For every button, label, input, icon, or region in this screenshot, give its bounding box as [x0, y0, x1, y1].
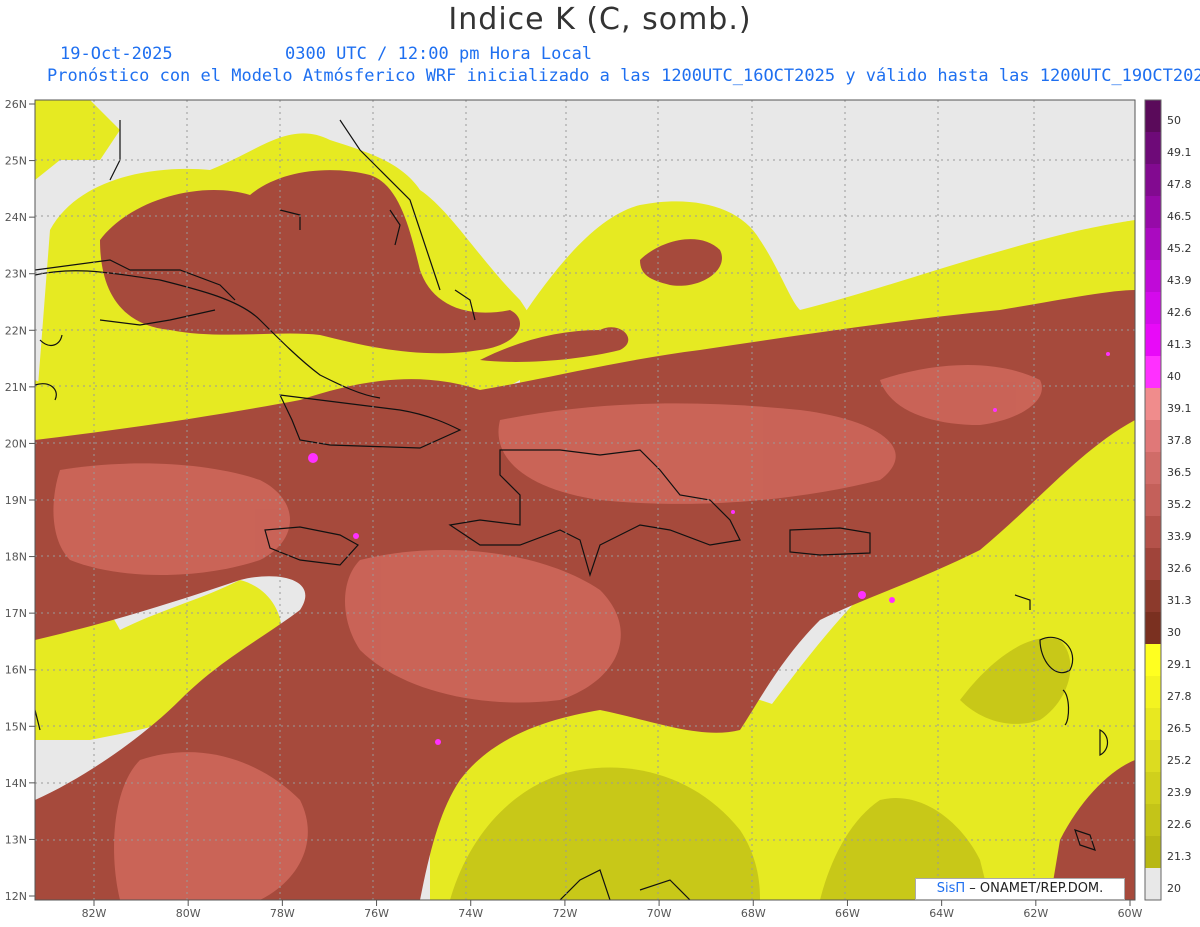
legend-label: 32.6 [1167, 562, 1192, 575]
legend-swatch [1145, 836, 1161, 868]
legend-label: 30 [1167, 626, 1181, 639]
legend-label: 43.9 [1167, 274, 1192, 287]
legend-label: 37.8 [1167, 434, 1192, 447]
lon-tick-label: 80W [176, 907, 201, 920]
credit-text: – ONAMET/REP.DOM. [969, 881, 1104, 896]
lat-tick-label: 21N [5, 381, 27, 394]
legend-label: 49.1 [1167, 146, 1192, 159]
legend-swatch [1145, 164, 1161, 196]
legend-swatch [1145, 804, 1161, 836]
lon-tick-label: 66W [835, 907, 860, 920]
lat-tick-label: 16N [5, 664, 27, 677]
legend-swatch [1145, 420, 1161, 452]
lat-tick-label: 13N [5, 833, 27, 846]
legend-label: 36.5 [1167, 466, 1192, 479]
lat-tick-label: 20N [5, 437, 27, 450]
legend-label: 26.5 [1167, 722, 1192, 735]
legend-label: 23.9 [1167, 786, 1192, 799]
legend-swatch [1145, 132, 1161, 164]
lat-tick-label: 23N [5, 268, 27, 281]
latitude-axis: 26N 25N 24N 23N 22N 21N 20N 19N 18N 17N 16N 15N 14N 1… [5, 98, 35, 903]
legend-label: 42.6 [1167, 306, 1192, 319]
lon-tick-label: 68W [741, 907, 766, 920]
lon-tick-label: 70W [647, 907, 672, 920]
lat-tick-label: 22N [5, 324, 27, 337]
legend-label: 33.9 [1167, 530, 1192, 543]
lat-tick-label: 15N [5, 720, 27, 733]
legend-swatch [1145, 100, 1161, 132]
color-legend: 50 49.1 47.8 46.5 45.2 43.9 42.6 41.3 40 39.1 37.8… [1144, 99, 1192, 901]
legend-label: 39.1 [1167, 402, 1192, 415]
legend-swatch [1145, 580, 1161, 612]
legend-swatch [1145, 676, 1161, 708]
lon-tick-label: 62W [1023, 907, 1048, 920]
legend-label: 50 [1167, 114, 1181, 127]
legend-swatch [1145, 196, 1161, 228]
legend-label: 31.3 [1167, 594, 1192, 607]
legend-swatch [1145, 548, 1161, 580]
legend-label: 22.6 [1167, 818, 1192, 831]
lon-tick-label: 78W [270, 907, 295, 920]
legend-swatch [1145, 452, 1161, 484]
legend-swatch [1145, 356, 1161, 388]
lon-tick-label: 82W [82, 907, 107, 920]
legend-swatch [1145, 644, 1161, 676]
k-index-map: 26N 25N 24N 23N 22N 21N 20N 19N 18N 17N 16N 15N 14N 1… [5, 98, 1192, 920]
legend-swatch [1145, 484, 1161, 516]
legend-label: 40 [1167, 370, 1181, 383]
legend-label: 25.2 [1167, 754, 1192, 767]
lon-tick-label: 72W [552, 907, 577, 920]
lon-tick-label: 76W [364, 907, 389, 920]
lat-tick-label: 26N [5, 98, 27, 111]
lat-tick-label: 24N [5, 211, 27, 224]
legend-swatch [1145, 708, 1161, 740]
lon-tick-label: 60W [1118, 907, 1143, 920]
lon-tick-label: 74W [458, 907, 483, 920]
lat-tick-label: 12N [5, 890, 27, 903]
credit-box: SisΠ – ONAMET/REP.DOM. [915, 878, 1125, 900]
map-plot [35, 100, 1135, 900]
lat-tick-label: 19N [5, 494, 27, 507]
legend-label: 47.8 [1167, 178, 1192, 191]
lat-tick-label: 25N [5, 155, 27, 168]
lat-tick-label: 17N [5, 607, 27, 620]
legend-label: 20 [1167, 882, 1181, 895]
legend-swatch [1145, 612, 1161, 644]
legend-swatch [1145, 772, 1161, 804]
legend-label: 46.5 [1167, 210, 1192, 223]
legend-swatch [1145, 740, 1161, 772]
longitude-axis: 82W 80W 78W 76W 74W 72W 70W 68W 66W 64W 62W 60W [82, 900, 1143, 920]
lon-tick-label: 64W [929, 907, 954, 920]
credit-brand: SisΠ [936, 881, 966, 896]
lat-tick-label: 18N [5, 551, 27, 564]
legend-swatch [1145, 324, 1161, 356]
legend-label: 45.2 [1167, 242, 1192, 255]
legend-swatch [1145, 868, 1161, 900]
legend-label: 41.3 [1167, 338, 1192, 351]
legend-swatch [1145, 260, 1161, 292]
legend-swatch [1145, 228, 1161, 260]
legend-label: 35.2 [1167, 498, 1192, 511]
legend-swatch [1145, 292, 1161, 324]
legend-label: 21.3 [1167, 850, 1192, 863]
legend-swatch [1145, 516, 1161, 548]
legend-label: 29.1 [1167, 658, 1192, 671]
lat-tick-label: 14N [5, 777, 27, 790]
legend-label: 27.8 [1167, 690, 1192, 703]
legend-swatch [1145, 388, 1161, 420]
